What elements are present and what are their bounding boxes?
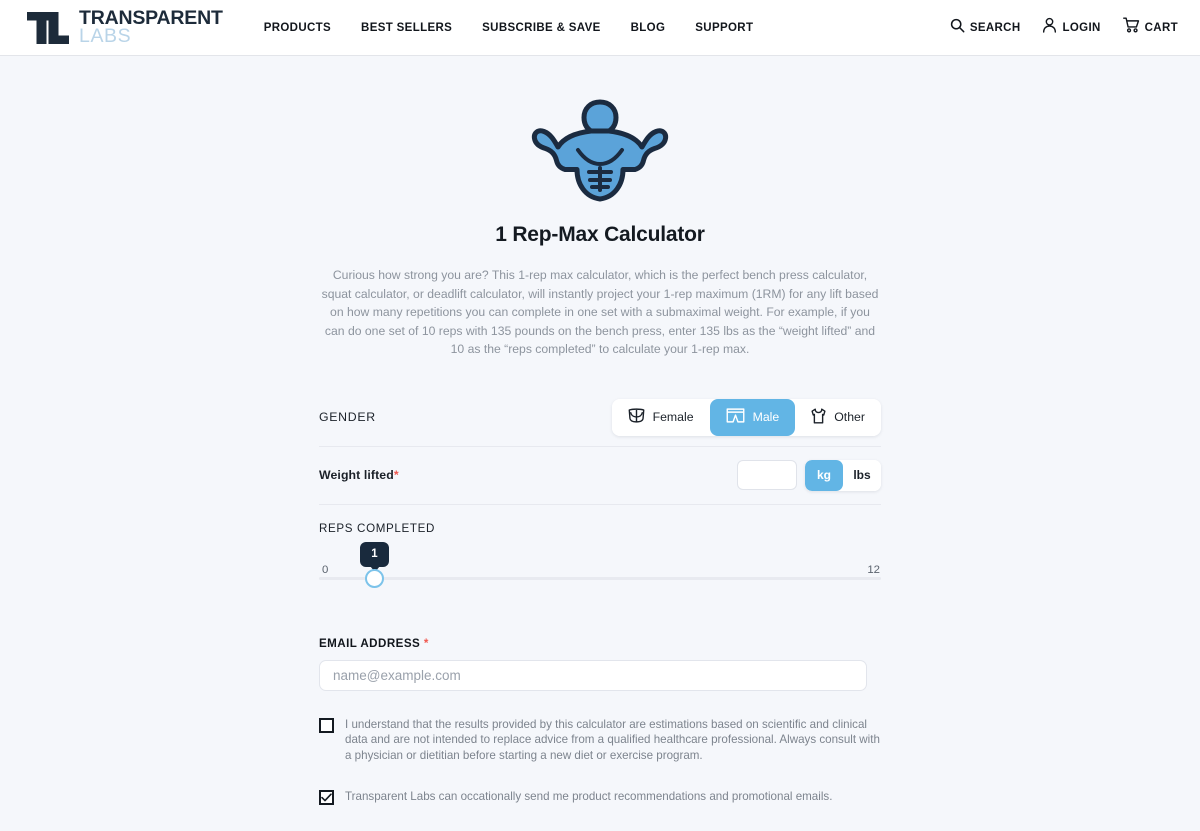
login-label: LOGIN <box>1062 21 1101 34</box>
logo-wordmark: TRANSPARENT LABS <box>79 8 223 47</box>
weight-input[interactable] <box>737 460 797 490</box>
site-header: TRANSPARENT LABS PRODUCTS BEST SELLERS S… <box>0 0 1200 56</box>
search-label: SEARCH <box>969 21 1021 34</box>
bikini-top-icon <box>628 408 645 426</box>
reps-slider-min-label: 0 <box>322 563 329 576</box>
reps-block: REPS COMPLETED 0 12 1 <box>319 505 881 599</box>
disclaimer-checkbox[interactable] <box>319 717 334 733</box>
cart-label: CART <box>1144 21 1178 34</box>
main-nav: PRODUCTS BEST SELLERS SUBSCRIBE & SAVE B… <box>264 22 754 34</box>
reps-label: REPS COMPLETED <box>319 521 436 535</box>
nav-item-products[interactable]: PRODUCTS <box>264 22 331 34</box>
page-title: 1 Rep-Max Calculator <box>495 223 705 246</box>
header-actions: SEARCH LOGIN CART <box>950 17 1178 38</box>
unit-option-lbs[interactable]: lbs <box>843 459 881 491</box>
calculator-form: GENDER Female Male Other Weight lifted* … <box>319 389 881 831</box>
reps-slider-value-bubble: 1 <box>360 541 389 567</box>
disclaimer-text: I understand that the results provided b… <box>345 717 880 762</box>
email-block: EMAIL ADDRESS * <box>319 637 881 691</box>
weight-required-marker: * <box>393 468 399 482</box>
search-button[interactable]: SEARCH <box>950 18 1021 38</box>
weight-label: Weight lifted* <box>319 468 399 482</box>
consent-row-disclaimer: I understand that the results provided b… <box>319 717 881 764</box>
page-description: Curious how strong you are? This 1-rep m… <box>321 268 879 356</box>
cart-icon <box>1122 17 1140 38</box>
unit-option-kg[interactable]: kg <box>805 459 843 491</box>
search-icon <box>950 18 965 38</box>
gender-label: GENDER <box>319 410 376 424</box>
nav-item-support[interactable]: SUPPORT <box>695 22 753 34</box>
gender-option-other[interactable]: Other <box>795 398 881 436</box>
reps-slider-max-label: 12 <box>867 563 880 576</box>
site-logo[interactable]: TRANSPARENT LABS <box>26 8 223 47</box>
gender-row: GENDER Female Male Other <box>319 389 881 447</box>
consent-row-marketing: Transparent Labs can occationally send m… <box>319 789 881 805</box>
gender-option-male-label: Male <box>752 410 780 424</box>
email-input[interactable] <box>319 659 867 691</box>
login-button[interactable]: LOGIN <box>1042 17 1100 38</box>
tl-monogram-icon <box>26 11 70 45</box>
weight-controls: kg lbs <box>737 459 881 491</box>
marketing-text: Transparent Labs can occationally send m… <box>345 790 833 804</box>
reps-slider-handle[interactable] <box>365 568 384 588</box>
flexing-bodybuilder-icon <box>530 98 670 207</box>
tank-top-icon <box>811 407 826 427</box>
checkmark-icon <box>321 789 332 807</box>
gender-option-female-label: Female <box>652 410 694 424</box>
weight-unit-toggle: kg lbs <box>805 459 881 491</box>
logo-bottom-word: LABS <box>79 25 132 47</box>
email-label: EMAIL ADDRESS * <box>319 636 429 650</box>
nav-item-blog[interactable]: BLOG <box>631 22 666 34</box>
reps-slider[interactable]: 0 12 1 <box>319 541 881 593</box>
gender-option-male[interactable]: Male <box>709 398 796 436</box>
weight-row: Weight lifted* kg lbs <box>319 447 881 505</box>
gender-option-female[interactable]: Female <box>611 398 710 436</box>
nav-item-best-sellers[interactable]: BEST SELLERS <box>361 22 452 34</box>
email-required-marker: * <box>423 636 429 650</box>
reps-slider-track[interactable] <box>319 576 881 580</box>
boxer-shorts-icon <box>726 408 745 426</box>
marketing-checkbox[interactable] <box>319 790 334 805</box>
calculator-page: 1 Rep-Max Calculator Curious how strong … <box>0 56 1200 831</box>
nav-item-subscribe-save[interactable]: SUBSCRIBE & SAVE <box>482 22 601 34</box>
gender-segmented-control: Female Male Other <box>611 398 881 436</box>
cart-button[interactable]: CART <box>1122 17 1178 38</box>
gender-option-other-label: Other <box>834 410 865 424</box>
user-icon <box>1042 17 1057 38</box>
